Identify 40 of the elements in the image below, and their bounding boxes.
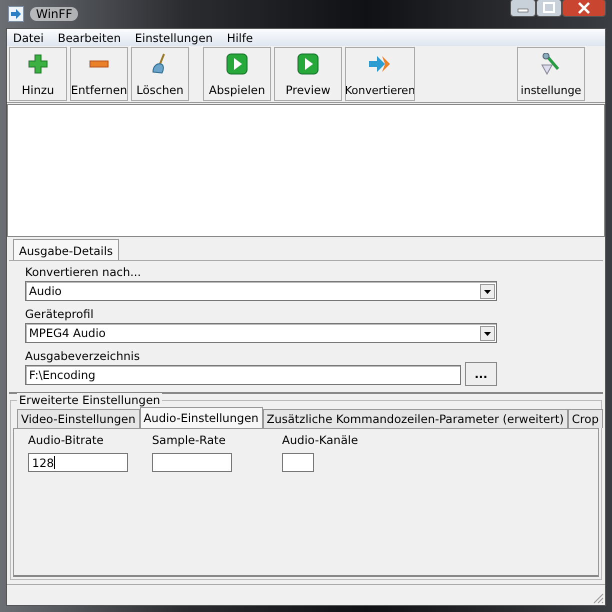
input-field[interactable]: 128 [28, 453, 128, 472]
dropdown[interactable]: Audio [25, 281, 497, 301]
toolbar-button[interactable]: Hinzu [9, 47, 67, 101]
maximize-button[interactable] [536, 0, 562, 17]
menu-item[interactable]: Bearbeiten [58, 30, 121, 44]
field-label: Audio-Kanäle [282, 433, 358, 447]
tab[interactable]: Crop [568, 409, 603, 428]
double-arrow-icon [368, 53, 392, 75]
play-icon [297, 53, 319, 75]
resize-grip-icon[interactable] [592, 592, 604, 604]
folder-field[interactable]: F:\Encoding [25, 365, 461, 385]
toolbar-button[interactable]: Entfernen [70, 47, 128, 101]
app-icon [8, 6, 24, 22]
minimize-button[interactable] [510, 0, 536, 17]
tab[interactable]: Ausgabe-Details [13, 239, 119, 260]
tab[interactable]: Zusätzliche Kommandozeilen-Parameter (erweitert) [262, 409, 568, 428]
group-title: Erweiterte Einstellungen [17, 393, 162, 407]
plus-icon [27, 53, 49, 75]
toolbar-button[interactable]: Konvertieren [345, 47, 415, 101]
field-label: Geräteprofil [25, 307, 95, 321]
toolbar-button[interactable]: Abspielen [203, 47, 271, 101]
input-field[interactable] [282, 453, 314, 472]
toolbar-button[interactable]: Preview [274, 47, 342, 101]
dropdown[interactable]: MPEG4 Audio [25, 323, 497, 343]
browse-button[interactable]: ... [465, 362, 497, 386]
field-label: Sample-Rate [152, 433, 227, 447]
field-label: Konvertieren nach... [25, 265, 142, 279]
menu-item[interactable]: Einstellungen [134, 30, 213, 44]
input-field[interactable] [152, 453, 232, 472]
field-label: Ausgabeverzeichnis [25, 349, 141, 363]
tab[interactable]: Audio-Einstellungen [140, 407, 263, 428]
window-title: WinFF [30, 7, 78, 21]
close-button[interactable] [562, 0, 606, 17]
play-icon [226, 53, 248, 75]
tab[interactable]: Video-Einstellungen [17, 409, 140, 428]
menu-item[interactable]: Hilfe [226, 30, 254, 44]
toolbar-button[interactable]: Löschen [131, 47, 189, 101]
menu-item[interactable]: Datei [13, 30, 44, 44]
toolbar-button[interactable]: instellunge [517, 47, 585, 101]
field-label: Audio-Bitrate [28, 433, 105, 447]
